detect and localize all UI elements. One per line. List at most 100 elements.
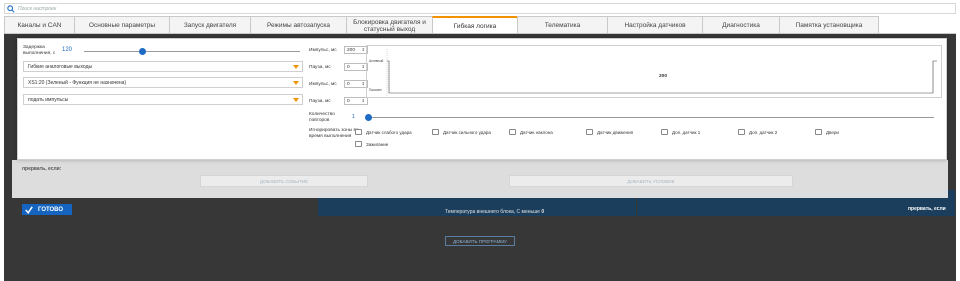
tab-label: Основные параметры (88, 22, 156, 29)
tab-label: Каналы и CAN (17, 22, 62, 29)
repeats-slider[interactable] (368, 117, 934, 118)
tab-telematics[interactable]: Телематика (517, 16, 608, 34)
tab-label: Настройка датчиков (624, 22, 686, 29)
interrupt-band: прервать, если: ДОБАВИТЬ СОБЫТИЕ ДОБАВИТ… (12, 160, 948, 198)
checkbox-box[interactable] (661, 129, 668, 135)
checkbox-box[interactable] (586, 129, 593, 135)
checkbox-box[interactable] (355, 129, 362, 135)
checkbox-label: Зажигание (366, 141, 389, 147)
tab-main-params[interactable]: Основные параметры (74, 16, 170, 34)
tab-installer-memo[interactable]: Памятка установщика (779, 16, 879, 34)
background-condition-text: Температура внешнего блока, С меньше 0 (445, 209, 544, 215)
pause1-input[interactable]: 0 ⇕ (344, 63, 368, 71)
tab-diagnostics[interactable]: Диагностика (702, 16, 780, 34)
delay-slider-knob[interactable] (139, 48, 147, 55)
search-placeholder: Поиск настроек (18, 5, 57, 12)
add-condition-button[interactable]: ДОБАВИТЬ УСЛОВИЕ (509, 175, 793, 187)
checkbox-extra-sensor-1[interactable]: Доп. датчик 1 (661, 129, 700, 135)
pulse2-label: Импульс, мс (309, 82, 337, 87)
checkbox-box[interactable] (509, 129, 516, 135)
tab-label: Гибкая логика (453, 22, 497, 30)
tab-engine-lock[interactable]: Блокировка двигателя и статусный выход (346, 16, 433, 34)
checkbox-ignition[interactable]: Зажигание (355, 141, 388, 147)
checkbox-label: Датчик слабого удара (366, 129, 412, 135)
graph-pulse-value: 200 (659, 74, 668, 79)
tab-bar: Каналы и CAN Основные параметры Запуск д… (4, 16, 879, 34)
background-interrupt-label: прервать, если (908, 206, 946, 212)
checkbox-weak-shock[interactable]: Датчик слабого удара (355, 129, 412, 135)
repeats-value: 1 (352, 114, 356, 120)
stepper-icon: ⇕ (361, 64, 365, 69)
chevron-down-icon (293, 81, 299, 85)
checkbox-box[interactable] (355, 141, 362, 147)
pause1-value: 0 (347, 64, 350, 70)
search-icon (7, 4, 15, 13)
pulse1-value: 200 (347, 47, 356, 53)
graph-idle-label: Пассивн (369, 88, 382, 92)
delay-label: Задержка выполнения, с (23, 45, 56, 56)
repeats-slider-knob[interactable] (365, 114, 372, 121)
checkbox-box[interactable] (738, 129, 745, 135)
tab-label: Телематика (544, 22, 581, 29)
done-button[interactable]: ГОТОВО (22, 204, 72, 215)
repeats-label: Количество повторов (309, 112, 335, 123)
search-bar[interactable]: Поиск настроек (4, 3, 956, 14)
select-value: Гибкие аналоговые выходы (28, 63, 93, 70)
select-value: XS1:20 (Зеленый - Функция не назначена) (28, 79, 127, 86)
tab-label: Памятка установщика (795, 22, 863, 29)
stepper-icon: ⇕ (361, 98, 365, 103)
ignore-zones-label: Игнорировать зоны во время выполнения (309, 128, 359, 139)
checkbox-extra-sensor-2[interactable]: Доп. датчик 2 (738, 129, 777, 135)
delay-value: 120 (62, 47, 73, 53)
tab-label: Диагностика (722, 22, 760, 29)
graph-active-label: Активный (369, 59, 384, 63)
chevron-down-icon (293, 65, 299, 69)
pulse-graph: Активный Пассивн 200 (366, 45, 942, 98)
add-program-button[interactable]: ДОБАВИТЬ ПРОГРАММУ (445, 236, 515, 246)
checkbox-label: Доп. датчик 2 (749, 129, 778, 135)
checkbox-label: Доп. датчик 1 (672, 129, 701, 135)
condition-text: Температура внешнего блока, С меньше (445, 209, 540, 215)
tab-channels-can[interactable]: Каналы и CAN (4, 16, 75, 34)
add-event-button[interactable]: ДОБАВИТЬ СОБЫТИЕ (200, 175, 368, 187)
checkbox-doors[interactable]: Двери (815, 129, 839, 135)
checkbox-tilt[interactable]: Датчик наклона (509, 129, 553, 135)
pause1-label: Пауза, мс (309, 65, 331, 70)
delay-slider[interactable] (84, 51, 300, 52)
flexible-output-dialog: Задержка выполнения, с 120 Гибкие аналог… (17, 38, 947, 160)
checkbox-label: Датчик сильного удара (443, 129, 491, 135)
checkbox-box[interactable] (432, 129, 439, 135)
pulse1-label: Импульс, мс (309, 48, 337, 53)
checkbox-motion[interactable]: Датчик движения (586, 129, 633, 135)
chevron-down-icon (293, 98, 299, 102)
done-label: ГОТОВО (38, 206, 64, 213)
condition-value: 0 (541, 209, 545, 215)
stepper-icon: ⇕ (361, 81, 365, 86)
output-pin-select[interactable]: XS1:20 (Зеленый - Функция не назначена) (23, 77, 303, 88)
pause2-value: 0 (347, 98, 350, 104)
tab-sensor-settings[interactable]: Настройка датчиков (607, 16, 703, 34)
tab-engine-start[interactable]: Запуск двигателя (169, 16, 251, 34)
tab-flexible-logic[interactable]: Гибкая логика (432, 16, 518, 34)
checkbox-label: Датчик наклона (520, 129, 553, 135)
stepper-icon: ⇕ (361, 47, 365, 52)
pause2-label: Пауза, мс (309, 99, 331, 104)
tab-label: Режимы автозапуска (266, 22, 331, 29)
check-icon (25, 205, 33, 214)
checkbox-strong-shock[interactable]: Датчик сильного удара (432, 129, 491, 135)
checkbox-label: Датчик движения (597, 129, 634, 135)
checkbox-label: Двери (826, 129, 839, 135)
output-type-select[interactable]: Гибкие аналоговые выходы (23, 61, 303, 72)
pulse2-input[interactable]: 0 ⇕ (344, 80, 368, 88)
tab-label: Блокировка двигателя и статусный выход (353, 18, 426, 33)
pulse1-input[interactable]: 200 ⇕ (344, 46, 368, 54)
tab-autostart-modes[interactable]: Режимы автозапуска (250, 16, 347, 34)
pulse2-value: 0 (347, 81, 350, 87)
select-value: подать импульсы (28, 96, 69, 103)
pause2-input[interactable]: 0 ⇕ (344, 97, 368, 105)
pulse-graph-svg (386, 49, 937, 96)
tab-label: Запуск двигателя (183, 22, 237, 29)
interrupt-label: прервать, если: (22, 166, 62, 172)
action-select[interactable]: подать импульсы (23, 94, 303, 105)
checkbox-box[interactable] (815, 129, 822, 135)
